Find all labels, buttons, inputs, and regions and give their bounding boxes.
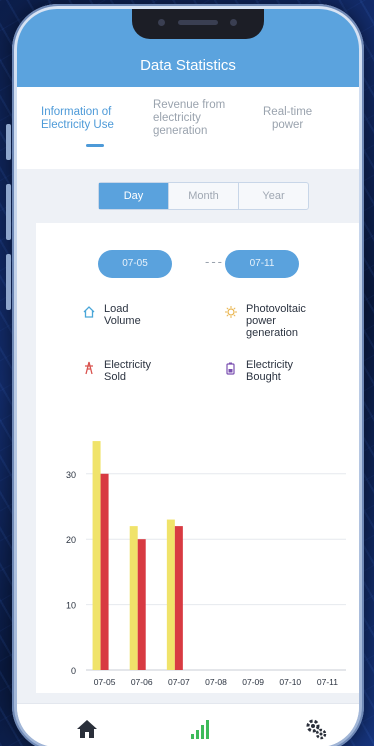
active-tab-indicator — [86, 144, 104, 147]
home-icon[interactable] — [74, 716, 100, 742]
tab-revenue-from-electricity-generation[interactable]: Revenue from electricity generation — [153, 99, 225, 138]
x-tick-label: 07-11 — [317, 677, 338, 687]
tab-information-of-electricity-use[interactable]: Information of Electricity Use — [41, 106, 114, 132]
period-option-day[interactable]: Day — [99, 183, 169, 209]
bar — [166, 519, 175, 670]
tab-label-line: Electricity Use — [41, 119, 114, 131]
tab-label-line: Revenue from — [153, 99, 226, 111]
x-tick-label: 07-09 — [242, 677, 264, 687]
tab-label-line: generation — [153, 125, 208, 137]
bar — [92, 441, 101, 670]
x-tick-label: 07-06 — [131, 677, 153, 687]
period-option-year[interactable]: Year — [239, 183, 308, 209]
side-button — [6, 184, 11, 240]
y-tick-label: 30 — [66, 470, 76, 480]
phone-frame: Data Statistics Information of Electrici… — [6, 4, 364, 746]
side-button — [6, 254, 11, 310]
sensor-dot — [230, 19, 237, 26]
bar — [129, 526, 138, 670]
app-header: Data Statistics — [17, 9, 359, 87]
x-tick-label: 07-10 — [279, 677, 301, 687]
phone-notch — [132, 9, 264, 39]
signal-bars-icon[interactable] — [187, 716, 213, 742]
period-option-month[interactable]: Month — [169, 183, 239, 209]
bar — [137, 539, 146, 670]
speaker-slot — [178, 20, 218, 25]
y-tick-label: 20 — [66, 535, 76, 545]
x-tick-label: 07-07 — [168, 677, 190, 687]
tab-label-line: Real-time — [263, 106, 313, 118]
y-tick-label: 0 — [71, 666, 76, 676]
side-button — [6, 124, 11, 160]
bar-chart: 0 10 20 30 07-05 07-06 07-07 07-08 07-09 07-10 07-… — [66, 441, 346, 687]
period-selector: Day Month Year — [98, 182, 309, 210]
bar — [174, 526, 183, 670]
page-title: Data Statistics — [140, 57, 236, 74]
camera-dot — [158, 19, 165, 26]
app-screen: Data Statistics Information of Electrici… — [17, 9, 359, 746]
bar — [100, 473, 109, 670]
tab-label-line: electricity — [153, 112, 201, 124]
tab-label-line: Information of — [41, 106, 112, 118]
statistics-panel: 07-05 --- 07-11 Load Volume Photovoltaic p… — [36, 223, 359, 693]
bottom-navigation — [17, 703, 359, 746]
x-tick-label: 07-05 — [94, 677, 116, 687]
tab-real-time-power[interactable]: Real-time power — [263, 106, 312, 132]
gear-icon[interactable] — [303, 716, 329, 742]
tab-label-line: power — [271, 119, 304, 131]
tab-bar: Information of Electricity Use Revenue f… — [17, 87, 359, 169]
x-tick-label: 07-08 — [205, 677, 227, 687]
y-tick-label: 10 — [66, 601, 76, 611]
